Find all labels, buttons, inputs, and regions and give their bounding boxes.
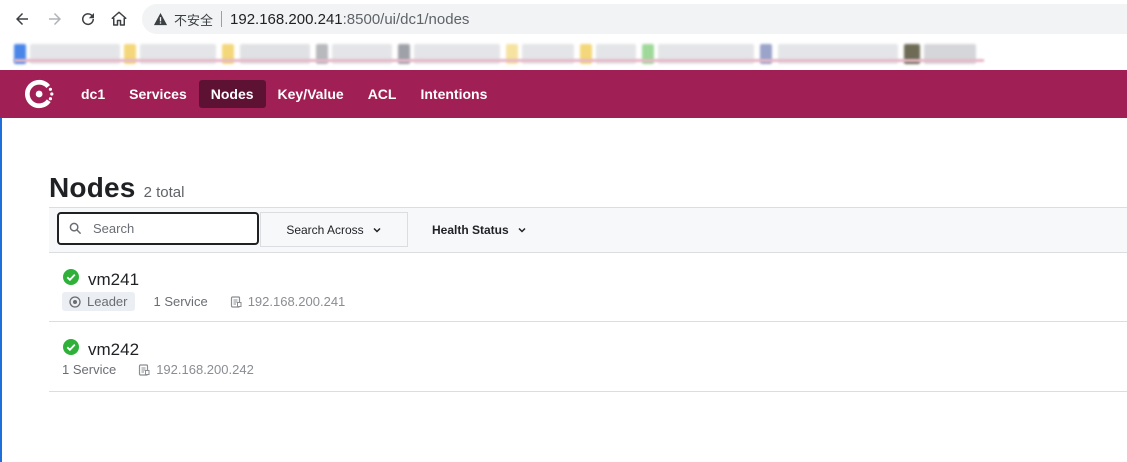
service-count: 1 Service: [153, 294, 208, 309]
nav-key-value[interactable]: Key/Value: [266, 80, 356, 108]
address-icon: [230, 295, 242, 308]
node-address: 192.168.200.242: [138, 362, 254, 377]
nav-services[interactable]: Services: [117, 80, 199, 108]
bookmarks-underline: [14, 59, 984, 62]
node-meta: Leader 1 Service 192.168.200.241: [62, 292, 345, 311]
datacenter-selector[interactable]: dc1: [70, 80, 117, 108]
omnibox-divider: [221, 11, 223, 27]
health-status-label: Health Status: [432, 222, 509, 237]
back-icon[interactable]: [11, 8, 33, 30]
node-name[interactable]: vm242: [88, 340, 139, 360]
address-text: 192.168.200.242: [156, 362, 254, 377]
total-count: 2 total: [143, 184, 185, 201]
address-bar[interactable]: 不安全 192.168.200.241 :8500/ui/dc1/nodes: [142, 4, 1127, 34]
node-header: vm241: [63, 264, 139, 290]
filter-bar: Search Across Health Status: [49, 207, 1127, 253]
page-heading: Nodes 2 total: [49, 172, 184, 204]
service-count: 1 Service: [62, 362, 117, 377]
search-across-dropdown[interactable]: Search Across: [260, 212, 408, 247]
leader-badge: Leader: [62, 292, 136, 311]
nav-acl[interactable]: ACL: [356, 80, 409, 108]
health-status-dropdown[interactable]: Health Status: [432, 212, 527, 247]
security-label: 不安全: [174, 12, 214, 28]
node-header: vm242: [63, 334, 139, 360]
health-passing-icon: [63, 269, 79, 285]
app-header: dc1 Services Nodes Key/Value ACL Intenti…: [0, 70, 1127, 118]
node-row[interactable]: vm241 Leader 1 Service 192.168.200.241: [49, 252, 1127, 322]
search-field[interactable]: [57, 212, 259, 245]
chevron-down-icon: [372, 225, 382, 235]
leader-label: Leader: [87, 294, 128, 309]
chevron-down-icon: [517, 225, 527, 235]
browser-toolbar: 不安全 192.168.200.241 :8500/ui/dc1/nodes: [0, 0, 1127, 38]
health-passing-icon: [63, 339, 79, 355]
home-icon[interactable]: [108, 8, 130, 30]
node-row[interactable]: vm242 1 Service 192.168.200.242: [49, 322, 1127, 392]
warning-icon: [152, 11, 168, 27]
address-icon: [138, 363, 150, 376]
reload-icon[interactable]: [77, 8, 99, 30]
node-address: 192.168.200.241: [230, 294, 346, 309]
search-icon: [69, 222, 83, 236]
url-host: 192.168.200.241: [230, 10, 343, 28]
url-path: :8500/ui/dc1/nodes: [342, 10, 470, 28]
main-nav: dc1 Services Nodes Key/Value ACL Intenti…: [70, 80, 499, 108]
leader-icon: [69, 295, 81, 308]
forward-icon[interactable]: [44, 8, 66, 30]
node-meta: 1 Service 192.168.200.242: [62, 362, 254, 377]
node-name[interactable]: vm241: [88, 270, 139, 290]
search-input[interactable]: [91, 220, 245, 237]
search-across-label: Search Across: [286, 222, 364, 237]
consul-logo-icon[interactable]: [24, 77, 58, 111]
nav-nodes[interactable]: Nodes: [198, 80, 266, 108]
nav-intentions[interactable]: Intentions: [408, 80, 499, 108]
page-title: Nodes: [49, 172, 136, 203]
bookmarks-bar: [0, 38, 1127, 70]
address-text: 192.168.200.241: [247, 294, 346, 309]
